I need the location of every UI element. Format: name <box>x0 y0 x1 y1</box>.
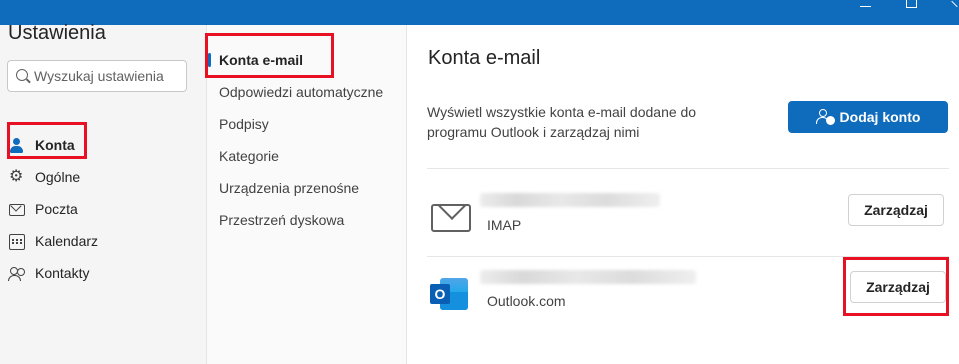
subnav-item-przestrzen[interactable]: Przestrzeń dyskowa <box>219 212 344 228</box>
add-person-icon <box>815 109 835 125</box>
nav-item-poczta[interactable]: Poczta <box>8 198 78 220</box>
search-icon <box>16 69 28 81</box>
redacted-email <box>480 193 660 207</box>
close-icon[interactable] <box>952 0 959 14</box>
nav-item-kalendarz[interactable]: Kalendarz <box>8 230 98 252</box>
gear-icon <box>8 166 26 186</box>
calendar-icon <box>8 232 26 250</box>
manage-label: Zarządzaj <box>866 279 930 295</box>
nav-item-kontakty[interactable]: Kontakty <box>8 262 89 284</box>
manage-button[interactable]: Zarządzaj <box>850 271 946 303</box>
nav-item-konta[interactable]: Konta <box>8 134 75 156</box>
page-title: Konta e-mail <box>428 47 541 69</box>
manage-button[interactable]: Zarządzaj <box>848 194 944 226</box>
mail-icon <box>8 200 26 218</box>
nav-item-label: Poczta <box>35 201 78 217</box>
subnav-item-konta-email[interactable]: Konta e-mail <box>219 52 303 68</box>
manage-label: Zarządzaj <box>864 202 928 218</box>
settings-title: Ustawienia <box>8 22 106 44</box>
outlook-icon: O <box>430 276 470 312</box>
subnav-item-urzadzenia[interactable]: Urządzenia przenośne <box>219 180 359 196</box>
add-account-button[interactable]: Dodaj konto <box>788 101 948 133</box>
divider <box>427 256 949 257</box>
search-box[interactable] <box>7 60 187 92</box>
nav-item-label: Kontakty <box>35 265 90 281</box>
nav-item-ogolne[interactable]: Ogólne <box>8 166 80 188</box>
subnav-item-kategorie[interactable]: Kategorie <box>219 148 279 164</box>
person-icon <box>8 136 26 154</box>
nav-item-label: Konta <box>35 137 75 153</box>
subnav-item-odpowiedzi[interactable]: Odpowiedzi automatyczne <box>219 84 383 100</box>
selection-indicator <box>208 53 211 67</box>
add-account-label: Dodaj konto <box>839 109 921 125</box>
search-input[interactable] <box>34 66 184 86</box>
account-type: Outlook.com <box>487 293 566 309</box>
nav-item-label: Kalendarz <box>35 233 99 249</box>
people-icon <box>8 264 26 282</box>
title-bar <box>0 0 959 25</box>
maximize-icon[interactable] <box>906 0 917 14</box>
subnav-item-podpisy[interactable]: Podpisy <box>219 116 269 132</box>
page-description: Wyświetl wszystkie konta e-mail dodane d… <box>427 104 697 140</box>
account-type: IMAP <box>487 217 522 233</box>
nav-item-label: Ogólne <box>35 169 81 185</box>
divider <box>427 168 949 169</box>
minimize-icon[interactable] <box>860 0 872 14</box>
redacted-email <box>480 270 696 284</box>
envelope-icon <box>431 204 471 232</box>
